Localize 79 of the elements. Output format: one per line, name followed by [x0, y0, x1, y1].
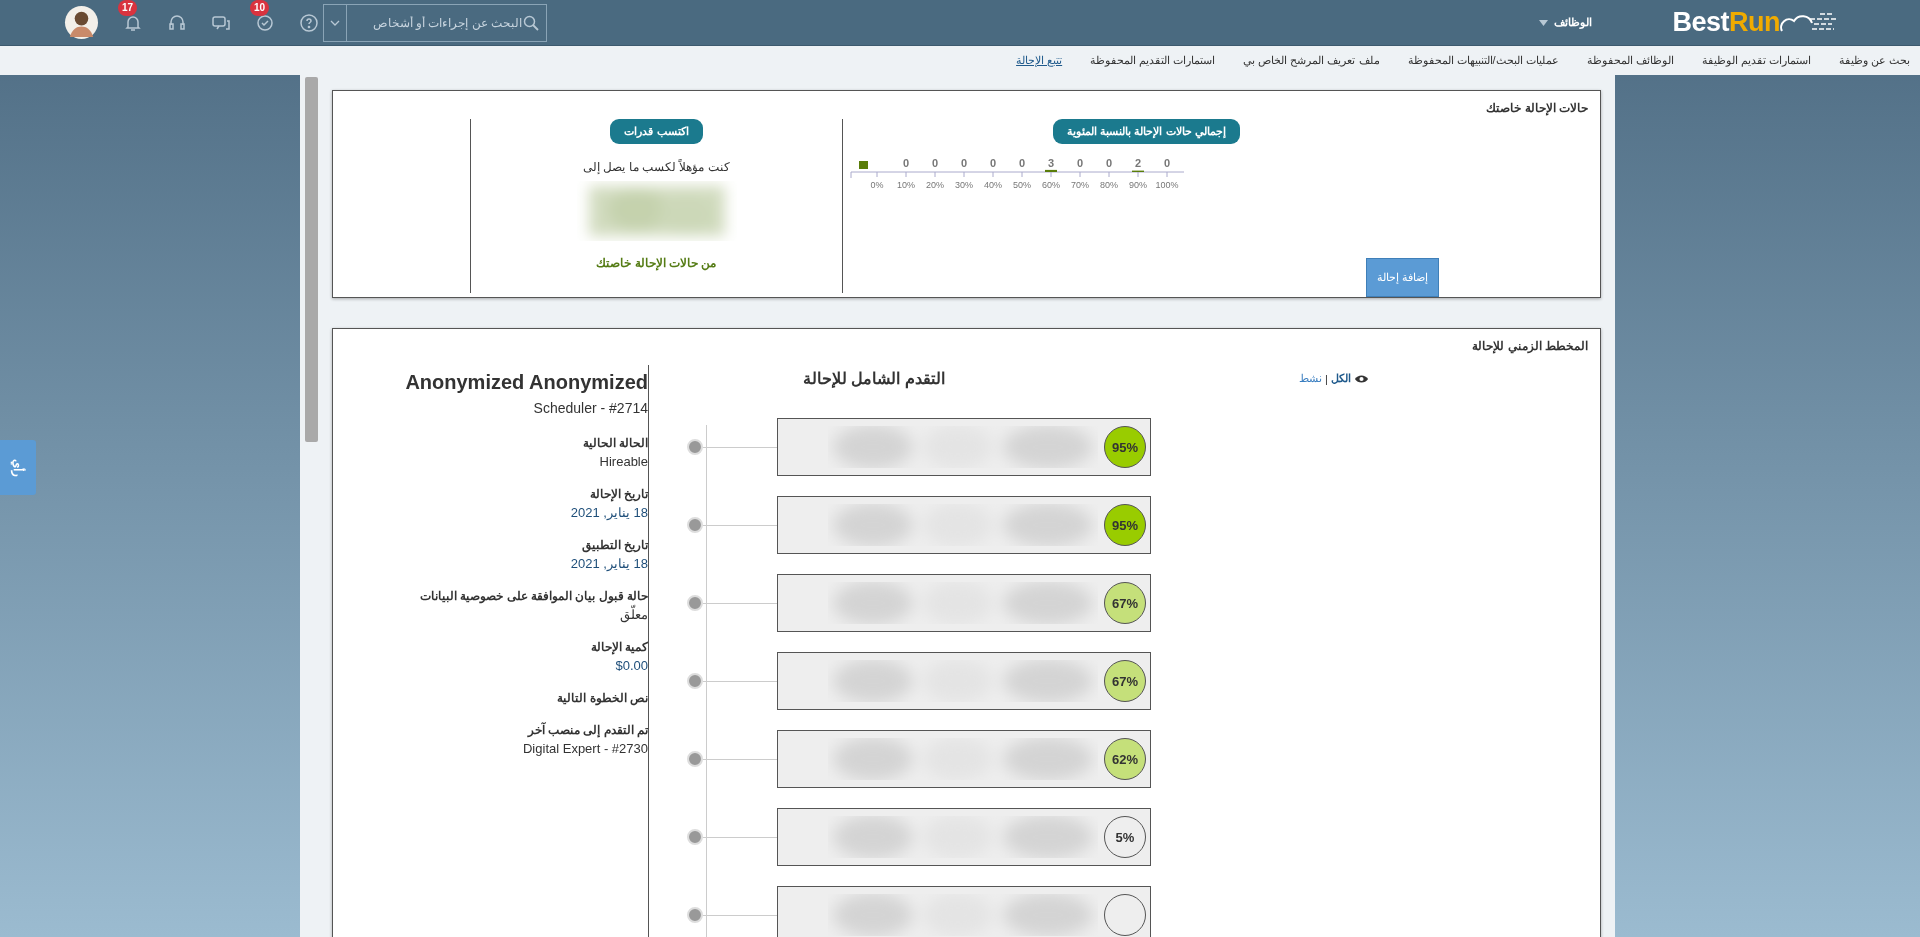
nav-link[interactable]: عمليات البحث/التنبيهات المحفوظة: [1407, 54, 1559, 67]
chevron-down-icon[interactable]: [330, 19, 340, 26]
count-badge: 17: [118, 0, 138, 16]
range-label: 30%: [955, 180, 973, 190]
candidate-position: Scheduler - #2714: [532, 400, 648, 416]
range-label: 80%: [1100, 180, 1118, 190]
count-label: 0: [960, 158, 968, 169]
nav-link[interactable]: استمارات تقديم الوظيفة: [1701, 54, 1811, 67]
timeline-node: [687, 673, 703, 689]
caret-icon: [1539, 19, 1549, 26]
range-label: 20%: [926, 180, 944, 190]
scrollbar[interactable]: [305, 77, 318, 442]
range-label: 10%: [897, 180, 915, 190]
menu-dropdown[interactable]: الوظائف: [1539, 16, 1593, 29]
nav-link[interactable]: ملف تعريف المرشح الخاص بي: [1243, 54, 1380, 67]
timeline-node: [687, 439, 703, 455]
count-label: 0: [1163, 158, 1171, 169]
description-text: كنت مؤهلاً لكسب ما يصل إلى: [583, 160, 730, 174]
logo: BestRun: [1672, 7, 1780, 38]
field-value: $0.00: [614, 658, 648, 673]
count-label: 0: [1018, 158, 1026, 169]
filter-link[interactable]: نشط: [1299, 372, 1322, 385]
section-heading: اكتسب قدرات: [610, 119, 703, 144]
field-label: الحالة الحالية: [581, 436, 648, 450]
count-label: 0: [1076, 158, 1084, 169]
field-value: 18 يناير, 2021: [569, 505, 648, 520]
eye-icon: [1353, 373, 1369, 384]
timeline-node: [687, 595, 703, 611]
separator-text: |: [1325, 372, 1328, 385]
candidate-name: Anonymized Anonymized: [404, 371, 648, 394]
range-label: 100%: [1155, 180, 1179, 190]
field-label: نص الخطوة التالية: [556, 691, 648, 705]
percent-badge: 95%: [1104, 426, 1146, 468]
nav-link[interactable]: الوظائف المحفوظة: [1586, 54, 1674, 67]
range-label: 60%: [1042, 180, 1060, 190]
percent-badge: 67%: [1104, 582, 1146, 624]
count-label: 0: [902, 158, 910, 169]
timeline-node: [687, 517, 703, 533]
nav-link[interactable]: بحث عن وظيفة: [1838, 54, 1910, 67]
field-label: حالة قبول بيان الموافقة على خصوصية البيانات: [419, 589, 648, 603]
card-title: حالات الإحالة خاصتك: [1485, 100, 1589, 115]
range-label: 70%: [1071, 180, 1089, 190]
count-badge: 10: [250, 0, 270, 16]
count-label: 0: [931, 158, 939, 169]
footer-text: من حالات الإحالة خاصتك: [596, 256, 717, 270]
avatar[interactable]: [64, 5, 99, 40]
field-label: تم التقدم إلى منصب آخر: [526, 723, 648, 737]
check-icon[interactable]: [255, 12, 275, 33]
count-label: 0: [1105, 158, 1113, 169]
field-label: تاريخ الإحالة: [588, 487, 648, 501]
nav-link[interactable]: تتبع الإحالة: [1016, 54, 1063, 67]
section-heading: التقدم الشامل للإحالة: [802, 369, 946, 388]
percent-badge: 62%: [1104, 738, 1146, 780]
field-value: معلّق: [619, 607, 648, 622]
count-label: 2: [1134, 158, 1142, 169]
field-label: كمية الإحالة: [589, 640, 648, 654]
field-value: Hireable: [598, 454, 648, 469]
timeline-node: [687, 751, 703, 767]
headset-icon[interactable]: [167, 12, 187, 33]
range-label: 0%: [870, 180, 884, 190]
range-label: 90%: [1129, 180, 1147, 190]
percent-badge: 5%: [1104, 816, 1146, 858]
range-label: 40%: [984, 180, 1002, 190]
filter-link[interactable]: الكل: [1330, 372, 1351, 385]
field-label: تاريخ التطبيق: [580, 538, 648, 552]
help-icon[interactable]: [299, 12, 319, 33]
field-value: 18 يناير, 2021: [569, 556, 648, 571]
search-icon: [523, 14, 539, 31]
timeline-node: [687, 907, 703, 923]
count-label: 3: [1047, 158, 1055, 169]
range-label: 50%: [1013, 180, 1031, 190]
card-title: المخطط الزمني للإحالة: [1471, 338, 1589, 353]
percent-badge: 67%: [1104, 660, 1146, 702]
percent-badge: 95%: [1104, 504, 1146, 546]
nav-link[interactable]: استمارات التقديم المحفوظة: [1090, 54, 1216, 67]
count-label: 0: [989, 158, 997, 169]
timeline-node: [687, 829, 703, 845]
section-heading: إجمالي حالات الإحالة بالنسبة المئوية: [1053, 119, 1240, 144]
field-value: Digital Expert - #2730: [522, 741, 648, 756]
